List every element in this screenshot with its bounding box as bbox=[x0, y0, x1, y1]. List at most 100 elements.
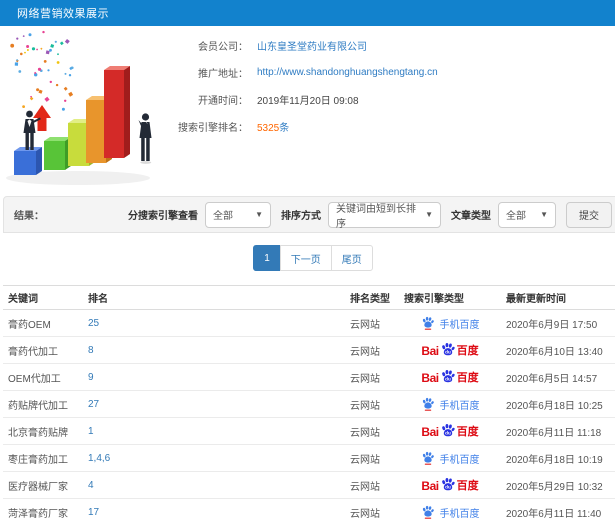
table-body: 膏药OEM 25 云网站 手机百度 2020年6月9日 17:50 膏药代加工 8 云网站 B… bbox=[3, 310, 615, 520]
engine-filter-value: 全部 bbox=[213, 211, 233, 222]
mobile-baidu-logo: 手机百度 bbox=[421, 505, 480, 520]
engine-type-cell: Bai du 百度 bbox=[399, 417, 501, 445]
rank-type-cell: 云网站 bbox=[345, 336, 399, 364]
engine-type-cell: Bai du 百度 bbox=[399, 336, 501, 364]
baidu-logo-text: 百度 bbox=[456, 480, 479, 492]
last-page-button[interactable]: 尾页 bbox=[330, 245, 373, 271]
pagination-area: 1 下一页 尾页 bbox=[3, 233, 615, 285]
article-type-select[interactable]: 全部 ▼ bbox=[498, 201, 556, 228]
baidu-logo: Bai du 百度 bbox=[421, 477, 479, 493]
engine-rank-label: 搜索引擎排名： bbox=[178, 122, 248, 134]
mobile-baidu-label: 手机百度 bbox=[439, 454, 480, 466]
top-section: 会员公司： 山东皇圣堂药业有限公司 推广地址： http://www.shand… bbox=[0, 26, 615, 196]
rank-link[interactable]: 17 bbox=[83, 498, 345, 520]
promo-url-label: 推广地址： bbox=[198, 68, 248, 80]
confetti-decoration bbox=[10, 30, 74, 111]
updated-time-cell: 2020年5月29日 10:32 bbox=[501, 471, 615, 499]
bar-blue bbox=[14, 147, 42, 175]
table-row: OEM代加工 9 云网站 Bai du 百度 2020年6月5日 14:57 bbox=[3, 363, 615, 391]
sort-filter-select[interactable]: 关键词由短到长排序 ▼ bbox=[328, 201, 441, 230]
baidu-paw-icon: du bbox=[441, 423, 455, 437]
rank-link[interactable]: 1 bbox=[83, 417, 345, 445]
table-row: 菏泽膏药厂家 17 云网站 手机百度 2020年6月11日 11:40 bbox=[3, 498, 615, 520]
promo-url-link[interactable]: http://www.shandonghuangshengtang.cn bbox=[257, 67, 438, 78]
bar-green bbox=[44, 137, 71, 170]
rank-link[interactable]: 9 bbox=[83, 363, 345, 391]
updated-time-cell: 2020年6月5日 14:57 bbox=[501, 363, 615, 391]
baidu-logo: Bai du 百度 bbox=[421, 423, 479, 439]
businessman-right bbox=[138, 113, 152, 164]
chevron-down-icon: ▼ bbox=[255, 210, 263, 219]
rank-type-cell: 云网站 bbox=[345, 417, 399, 445]
baidu-logo-text: 百度 bbox=[456, 426, 479, 438]
info-row-open-time: 开通时间： 2019年11月20日 09:08 bbox=[170, 92, 438, 107]
col-header-engine-type: 搜索引擎类型 bbox=[399, 285, 501, 310]
baidu-paw-icon bbox=[422, 316, 434, 330]
mobile-baidu-label: 手机百度 bbox=[439, 400, 480, 412]
marketing-chart-image bbox=[6, 30, 152, 185]
svg-text:du: du bbox=[445, 377, 451, 382]
engine-type-cell: Bai du 百度 bbox=[399, 471, 501, 499]
article-type-label: 文章类型 bbox=[451, 211, 491, 222]
rank-type-cell: 云网站 bbox=[350, 319, 380, 331]
page-1-button[interactable]: 1 bbox=[253, 245, 281, 271]
results-panel: 结果： 分搜索引擎查看 全部 ▼ 排序方式 关键词由短到长排序 ▼ 文章类型 全… bbox=[3, 196, 615, 520]
baidu-paw-icon bbox=[422, 451, 434, 465]
keyword-cell: 膏药OEM bbox=[8, 319, 51, 331]
baidu-logo-bai: Bai bbox=[421, 344, 439, 358]
rank-type-cell: 云网站 bbox=[345, 444, 399, 472]
keyword-cell: OEM代加工 bbox=[3, 363, 83, 391]
pagination: 1 下一页 尾页 bbox=[253, 245, 373, 271]
rank-link[interactable]: 8 bbox=[83, 336, 345, 364]
baidu-paw-icon: du bbox=[441, 342, 455, 356]
open-time-label: 开通时间： bbox=[198, 95, 248, 107]
keyword-cell: 医疗器械厂家 bbox=[3, 471, 83, 499]
table-header-row: 关键词 排名 排名类型 搜索引擎类型 最新更新时间 bbox=[3, 285, 615, 310]
rank-link[interactable]: 4 bbox=[83, 471, 345, 499]
keyword-cell: 膏药代加工 bbox=[3, 336, 83, 364]
results-table: 关键词 排名 排名类型 搜索引擎类型 最新更新时间 膏药OEM 25 云网站 手机百… bbox=[3, 285, 615, 520]
baidu-logo-text: 百度 bbox=[456, 345, 479, 357]
company-name-link[interactable]: 山东皇圣堂药业有限公司 bbox=[257, 38, 367, 53]
col-header-rank-type: 排名类型 bbox=[345, 285, 399, 310]
rank-link[interactable]: 25 bbox=[83, 310, 345, 337]
updated-time-cell: 2020年6月9日 17:50 bbox=[506, 319, 598, 331]
company-info: 会员公司： 山东皇圣堂药业有限公司 推广地址： http://www.shand… bbox=[170, 38, 438, 146]
rank-link[interactable]: 27 bbox=[83, 390, 345, 418]
baidu-logo-text: 百度 bbox=[456, 372, 479, 384]
col-header-rank: 排名 bbox=[83, 285, 345, 310]
updated-time-cell: 2020年6月18日 10:19 bbox=[501, 444, 615, 472]
engine-filter-select[interactable]: 全部 ▼ bbox=[205, 201, 271, 228]
mobile-baidu-logo: 手机百度 bbox=[421, 397, 480, 412]
mobile-baidu-label: 手机百度 bbox=[439, 319, 480, 331]
rank-link[interactable]: 1,4,6 bbox=[83, 444, 345, 472]
rank-count: 5325 bbox=[257, 122, 280, 134]
next-page-button[interactable]: 下一页 bbox=[279, 245, 332, 271]
keyword-cell: 枣庄膏药加工 bbox=[3, 444, 83, 472]
engine-type-cell: 手机百度 bbox=[399, 390, 501, 418]
baidu-logo-bai: Bai bbox=[421, 371, 439, 385]
updated-time-cell: 2020年6月11日 11:18 bbox=[501, 417, 615, 445]
engine-type-cell: Bai du 百度 bbox=[399, 363, 501, 391]
svg-text:du: du bbox=[445, 350, 451, 355]
filter-controls: 分搜索引擎查看 全部 ▼ 排序方式 关键词由短到长排序 ▼ 文章类型 全部 ▼ … bbox=[118, 201, 612, 230]
baidu-logo-bai: Bai bbox=[421, 425, 439, 439]
keyword-cell: 北京膏药贴牌 bbox=[3, 417, 83, 445]
baidu-paw-icon: du bbox=[441, 369, 455, 383]
table-row: 药贴牌代加工 27 云网站 手机百度 2020年6月18日 10:25 bbox=[3, 390, 615, 418]
mobile-baidu-logo: 手机百度 bbox=[421, 451, 480, 466]
info-row-company: 会员公司： 山东皇圣堂药业有限公司 bbox=[170, 38, 438, 53]
sort-filter-label: 排序方式 bbox=[281, 211, 321, 222]
table-row: 医疗器械厂家 4 云网站 Bai du 百度 2020年5月29日 10:32 bbox=[3, 471, 615, 499]
mobile-baidu-label: 手机百度 bbox=[439, 508, 480, 520]
baidu-logo: Bai du 百度 bbox=[421, 342, 479, 358]
sort-filter-value: 关键词由短到长排序 bbox=[336, 203, 416, 230]
baidu-paw-icon: du bbox=[441, 477, 455, 491]
result-label: 结果： bbox=[14, 211, 44, 222]
rank-type-cell: 云网站 bbox=[345, 471, 399, 499]
submit-button[interactable]: 提交 bbox=[566, 201, 612, 228]
rank-unit: 条 bbox=[279, 122, 290, 134]
chevron-down-icon: ▼ bbox=[425, 210, 433, 219]
baidu-paw-icon bbox=[422, 397, 434, 411]
table-row: 膏药OEM 25 云网站 手机百度 2020年6月9日 17:50 bbox=[3, 310, 615, 337]
